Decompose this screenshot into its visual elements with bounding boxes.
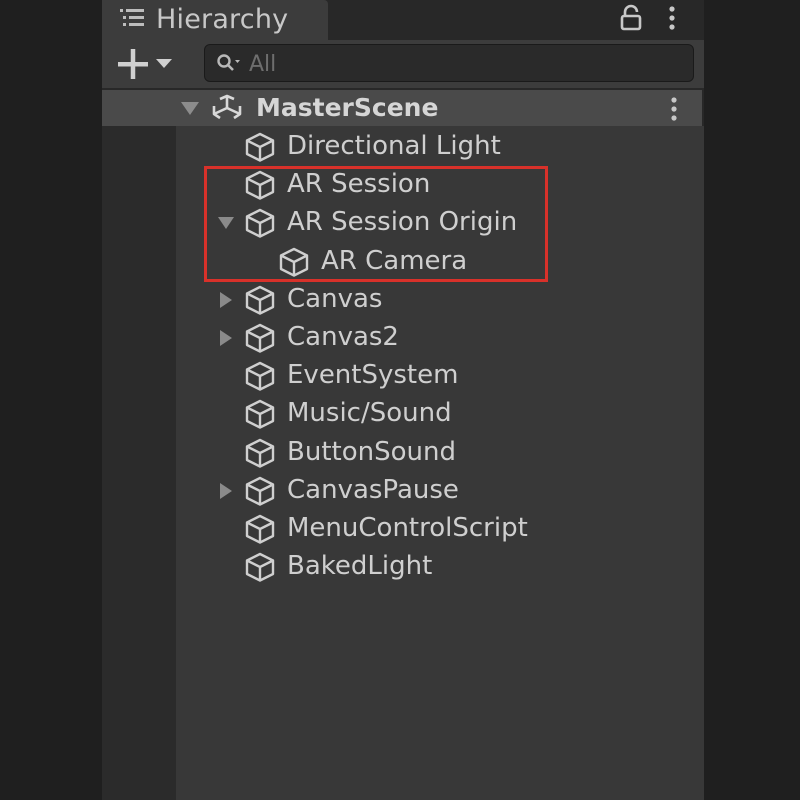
gameobject-cube-icon [279, 247, 309, 277]
hierarchy-item-ar-session[interactable]: AR Session [176, 165, 696, 203]
hierarchy-item-directional-light[interactable]: Directional Light [176, 127, 696, 165]
hierarchy-item-label: AR Camera [321, 245, 468, 276]
hierarchy-item-label: CanvasPause [287, 474, 459, 505]
collapsed-arrow-icon[interactable] [216, 481, 236, 501]
unity-logo-icon [212, 94, 242, 120]
hierarchy-item-music-sound[interactable]: Music/Sound [176, 394, 696, 432]
gameobject-cube-icon [245, 552, 275, 582]
hierarchy-item-label: BakedLight [287, 551, 433, 582]
hierarchy-item-label: MenuControlScript [287, 513, 528, 543]
hierarchy-item-label: ButtonSound [287, 436, 456, 467]
gameobject-cube-icon [245, 400, 275, 430]
hierarchy-item-ar-camera[interactable]: AR Camera [176, 242, 696, 280]
gameobject-cube-icon [245, 514, 275, 544]
gameobject-cube-icon [245, 361, 275, 391]
hierarchy-item-bakedlight[interactable]: BakedLight [176, 547, 696, 585]
hierarchy-item-label: Directional Light [287, 131, 501, 161]
expand-arrow-icon[interactable] [178, 98, 202, 118]
hierarchy-item-label: AR Session [287, 169, 431, 200]
gameobject-cube-icon [245, 476, 275, 506]
panel-title: Hierarchy [156, 4, 289, 35]
hierarchy-item-ar-session-origin[interactable]: AR Session Origin [176, 203, 696, 241]
search-input[interactable] [247, 47, 681, 81]
add-object-button[interactable] [112, 46, 178, 82]
gameobject-cube-icon [245, 285, 275, 315]
collapsed-arrow-icon[interactable] [216, 328, 236, 348]
scene-more-options-icon[interactable] [666, 94, 682, 124]
hierarchy-item-label: Music/Sound [287, 398, 452, 429]
hierarchy-item-canvas[interactable]: Canvas [176, 280, 696, 318]
hierarchy-item-canvaspause[interactable]: CanvasPause [176, 471, 696, 509]
hierarchy-item-buttonsound[interactable]: ButtonSound [176, 433, 696, 471]
hierarchy-item-label: Canvas2 [287, 322, 399, 352]
hierarchy-item-canvas2[interactable]: Canvas2 [176, 318, 696, 356]
list-icon [120, 9, 144, 26]
hierarchy-item-label: AR Session Origin [287, 207, 518, 238]
more-options-icon[interactable] [664, 4, 680, 32]
search-icon [217, 54, 240, 71]
expanded-arrow-icon[interactable] [216, 213, 236, 233]
hierarchy-item-label: Canvas [287, 283, 383, 314]
collapsed-arrow-icon[interactable] [216, 290, 236, 310]
lock-icon[interactable] [618, 4, 644, 32]
tree-gutter [102, 126, 176, 800]
scene-name: MasterScene [256, 93, 439, 122]
hierarchy-item-eventsystem[interactable]: EventSystem [176, 356, 696, 394]
gameobject-cube-icon [245, 170, 275, 200]
hierarchy-item-label: EventSystem [287, 360, 459, 391]
gameobject-cube-icon [245, 132, 275, 162]
gameobject-cube-icon [245, 323, 275, 353]
hierarchy-item-menucontrolscript[interactable]: MenuControlScript [176, 509, 696, 547]
gameobject-cube-icon [245, 209, 275, 239]
search-field[interactable] [204, 44, 694, 82]
gameobject-cube-icon [245, 438, 275, 468]
